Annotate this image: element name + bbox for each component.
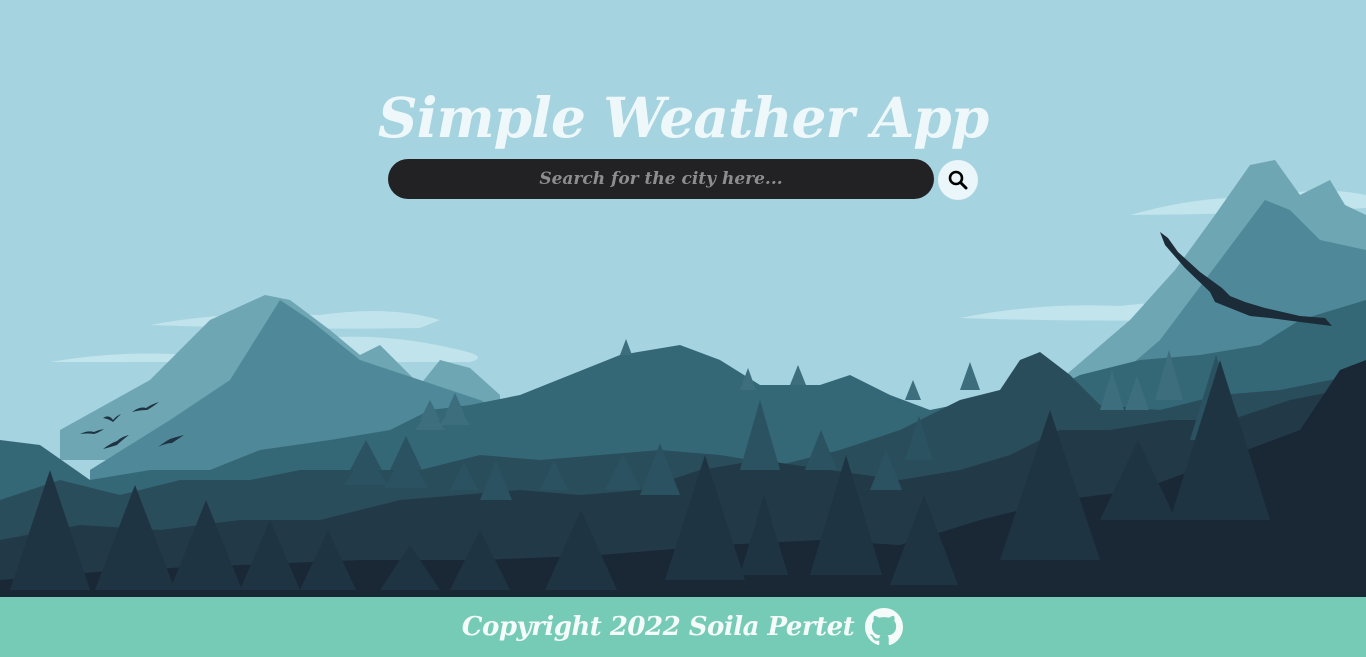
github-link[interactable] — [864, 607, 904, 647]
page-title: Simple Weather App — [377, 85, 989, 150]
copyright-text: Copyright 2022 Soila Pertet — [461, 612, 855, 642]
weather-app: Simple Weather App Copyright 2022 Soila … — [0, 0, 1366, 657]
footer: Copyright 2022 Soila Pertet — [0, 597, 1366, 657]
github-icon — [865, 608, 904, 646]
search-button[interactable] — [938, 160, 978, 200]
search-bar — [388, 159, 980, 200]
search-icon — [948, 170, 968, 190]
city-search-input[interactable] — [388, 159, 934, 199]
